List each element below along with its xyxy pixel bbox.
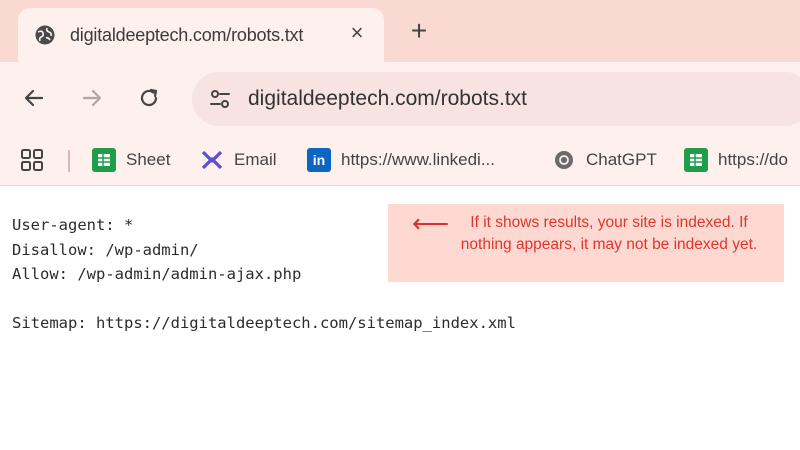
chatgpt-icon — [552, 148, 576, 172]
bookmark-label: ChatGPT — [586, 150, 657, 169]
callout-text: If it shows results, your site is indexe… — [460, 214, 758, 253]
left-arrow-icon: ⟵ — [412, 208, 450, 238]
robots-line: Sitemap: https://digitaldeeptech.com/sit… — [12, 314, 516, 332]
reload-button[interactable] — [133, 82, 165, 114]
bookmark-linkedin[interactable]: in https://www.linkedi... — [307, 147, 495, 173]
apps-grid-icon[interactable] — [20, 148, 44, 172]
tune-icon[interactable] — [206, 85, 234, 113]
bookmark-sheet-2[interactable]: https://do — [684, 147, 788, 173]
bookmark-label: Sheet — [126, 150, 171, 169]
bookmark-label: Email — [234, 150, 277, 169]
back-arrow-icon — [24, 89, 44, 107]
bookmark-label: https://do — [718, 150, 788, 169]
robots-line — [12, 287, 516, 312]
bookmark-label: https://www.linkedi... — [341, 150, 496, 169]
page-content: User-agent: * Disallow: /wp-admin/Allow: … — [0, 187, 800, 450]
sheets-icon — [684, 148, 708, 172]
close-tab-icon[interactable]: × — [346, 20, 368, 45]
address-bar[interactable]: digitaldeeptech.com/robots.txt — [192, 72, 800, 126]
url-text[interactable]: digitaldeeptech.com/robots.txt — [248, 87, 527, 111]
forward-arrow-icon — [82, 89, 102, 107]
forward-button[interactable] — [76, 82, 108, 114]
sheets-icon — [92, 148, 116, 172]
bookmarks-bar: Sheet Email in https://www.linkedi... Ch… — [0, 134, 800, 186]
tab-strip: digitaldeeptech.com/robots.txt × + — [0, 0, 800, 62]
bookmark-email[interactable]: Email — [200, 147, 277, 173]
browser-tab[interactable]: digitaldeeptech.com/robots.txt × — [18, 8, 384, 62]
linkedin-icon: in — [307, 148, 331, 172]
reload-icon — [140, 88, 158, 107]
bookmark-divider — [68, 150, 70, 172]
globe-icon — [34, 24, 56, 46]
toolbar: digitaldeeptech.com/robots.txt — [0, 62, 800, 134]
bookmark-sheet[interactable]: Sheet — [92, 147, 170, 173]
tab-title: digitaldeeptech.com/robots.txt — [70, 24, 304, 45]
back-button[interactable] — [18, 82, 50, 114]
annotation-callout: ⟵ If it shows results, your site is inde… — [388, 204, 784, 282]
email-icon — [200, 148, 224, 172]
new-tab-button[interactable]: + — [406, 17, 432, 45]
bookmark-chatgpt[interactable]: ChatGPT — [552, 147, 657, 173]
